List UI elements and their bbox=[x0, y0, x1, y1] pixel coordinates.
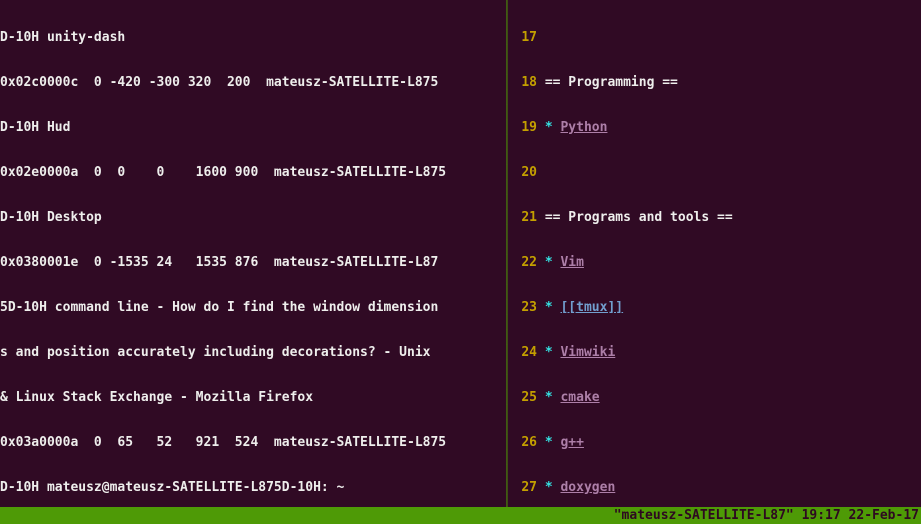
vim-line: 17 bbox=[513, 30, 921, 45]
terminal-output-line: D-10H Hud bbox=[0, 120, 503, 135]
vim-line: 18 == Programming == bbox=[513, 75, 921, 90]
terminal-output-line: 5D-10H command line - How do I find the … bbox=[0, 300, 503, 315]
terminal-output-line: & Linux Stack Exchange - Mozilla Firefox bbox=[0, 390, 503, 405]
vim-line: 22 * Vim bbox=[513, 255, 921, 270]
vim-line: 26 * g++ bbox=[513, 435, 921, 450]
vim-line: 23 * [[tmux]] bbox=[513, 300, 921, 315]
pane-divider: │ │ │ │ │ │ │ │ │ │ │ │ │ │ │ │ │ │ │ │ … bbox=[503, 0, 513, 507]
terminal-output-line: 0x02e0000a 0 0 0 1600 900 mateusz-SATELL… bbox=[0, 165, 503, 180]
wiki-link-vimwiki[interactable]: Vimwiki bbox=[560, 345, 615, 360]
vim-line: 27 * doxygen bbox=[513, 480, 921, 495]
wiki-link-gpp[interactable]: g++ bbox=[560, 435, 583, 450]
terminal-output-line: 0x03a0000a 0 65 52 921 524 mateusz-SATEL… bbox=[0, 435, 503, 450]
terminal-output-line: 0x0380001e 0 -1535 24 1535 876 mateusz-S… bbox=[0, 255, 503, 270]
vim-line: 20 bbox=[513, 165, 921, 180]
right-pane[interactable]: 17 18 == Programming == 19 * Python 20 2… bbox=[513, 0, 921, 507]
wiki-link-cmake[interactable]: cmake bbox=[560, 390, 599, 405]
terminal-output-line: D-10H unity-dash bbox=[0, 30, 503, 45]
vim-line: 24 * Vimwiki bbox=[513, 345, 921, 360]
wiki-link-tmux[interactable]: [[tmux]] bbox=[560, 300, 623, 315]
wiki-link-doxygen[interactable]: doxygen bbox=[560, 480, 615, 495]
tmux-status-bar[interactable]: [0] 0:bash* 1:devel 2:ros 3:Px4- "mateus… bbox=[0, 507, 921, 524]
left-pane[interactable]: D-10H unity-dash 0x02c0000c 0 -420 -300 … bbox=[0, 0, 503, 507]
wiki-link-python[interactable]: Python bbox=[560, 120, 607, 135]
terminal-output-line: D-10H Desktop bbox=[0, 210, 503, 225]
terminal-output-line: 0x02c0000c 0 -420 -300 320 200 mateusz-S… bbox=[0, 75, 503, 90]
terminal-output-line: s and position accurately including deco… bbox=[0, 345, 503, 360]
vim-line: 19 * Python bbox=[513, 120, 921, 135]
tmux-status-right: "mateusz-SATELLITE-L87" 19:17 22-Feb-17 bbox=[614, 507, 919, 524]
terminal-output-line: D-10H mateusz@mateusz-SATELLITE-L875D-10… bbox=[0, 480, 503, 495]
wiki-link-vim[interactable]: Vim bbox=[560, 255, 583, 270]
tmux-screen: D-10H unity-dash 0x02c0000c 0 -420 -300 … bbox=[0, 0, 921, 524]
vim-line: 25 * cmake bbox=[513, 390, 921, 405]
vim-line: 21 == Programs and tools == bbox=[513, 210, 921, 225]
